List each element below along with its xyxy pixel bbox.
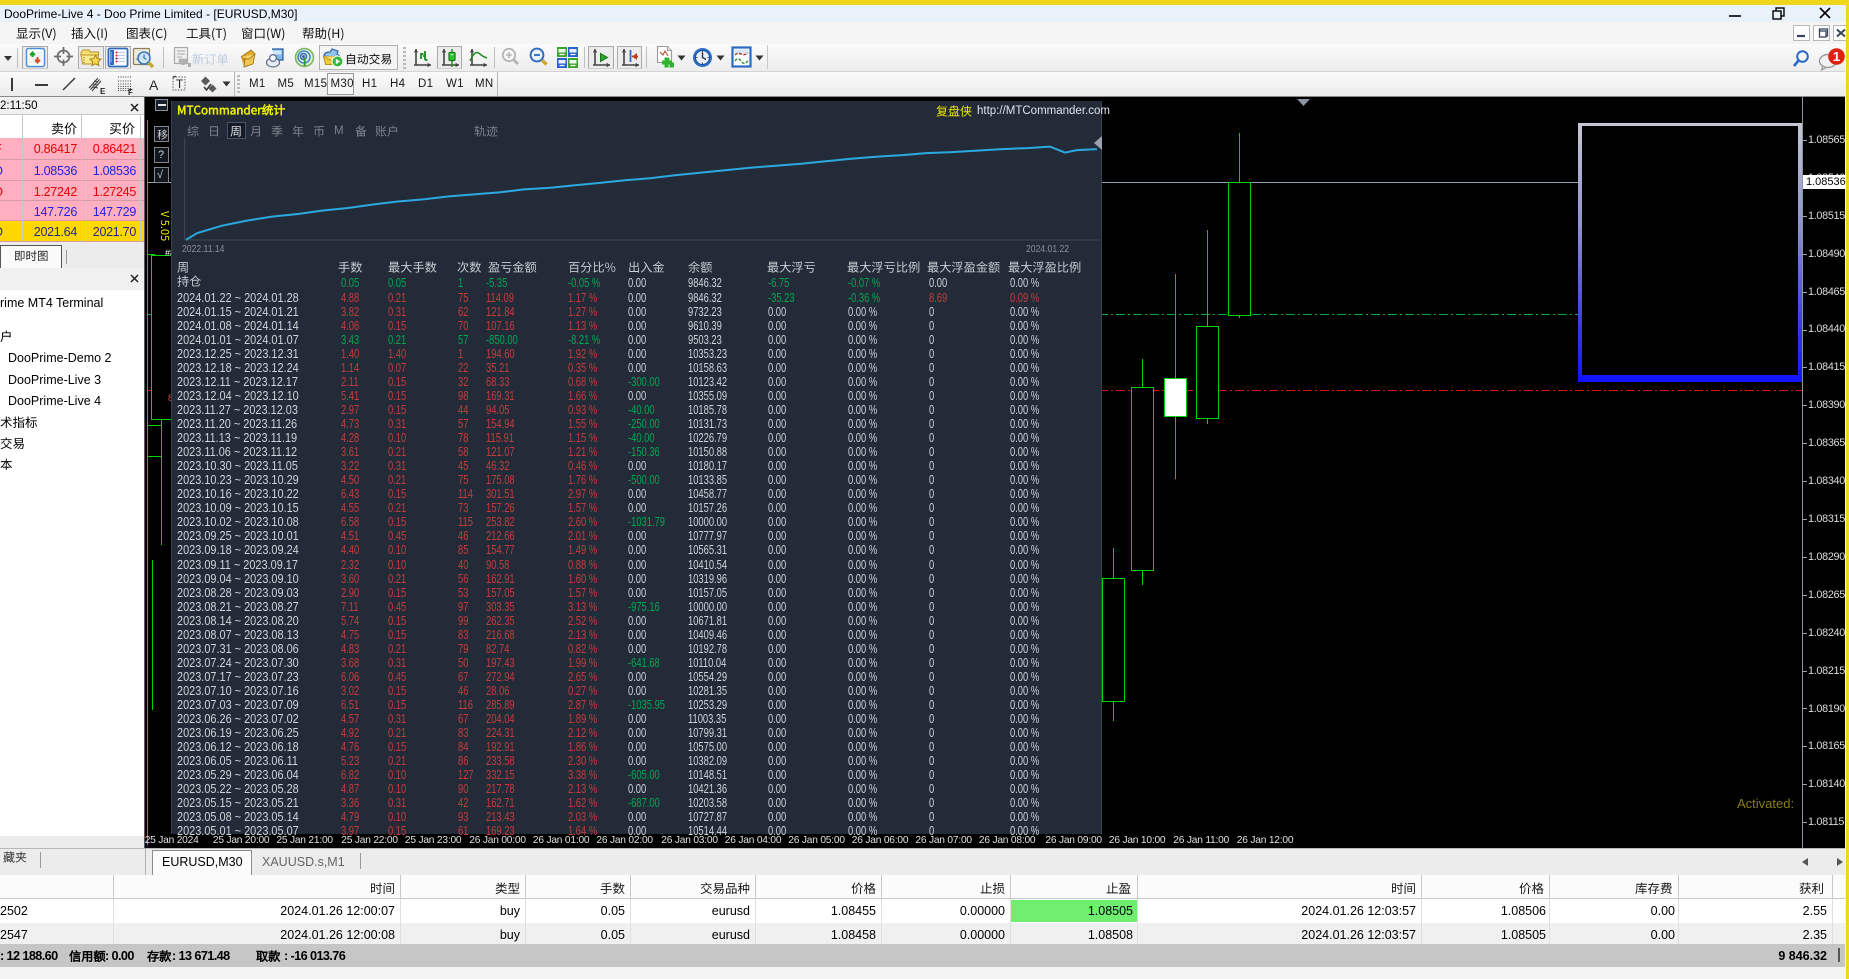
- svg-text:T: T: [176, 77, 184, 91]
- svg-text:1: 1: [1833, 49, 1840, 64]
